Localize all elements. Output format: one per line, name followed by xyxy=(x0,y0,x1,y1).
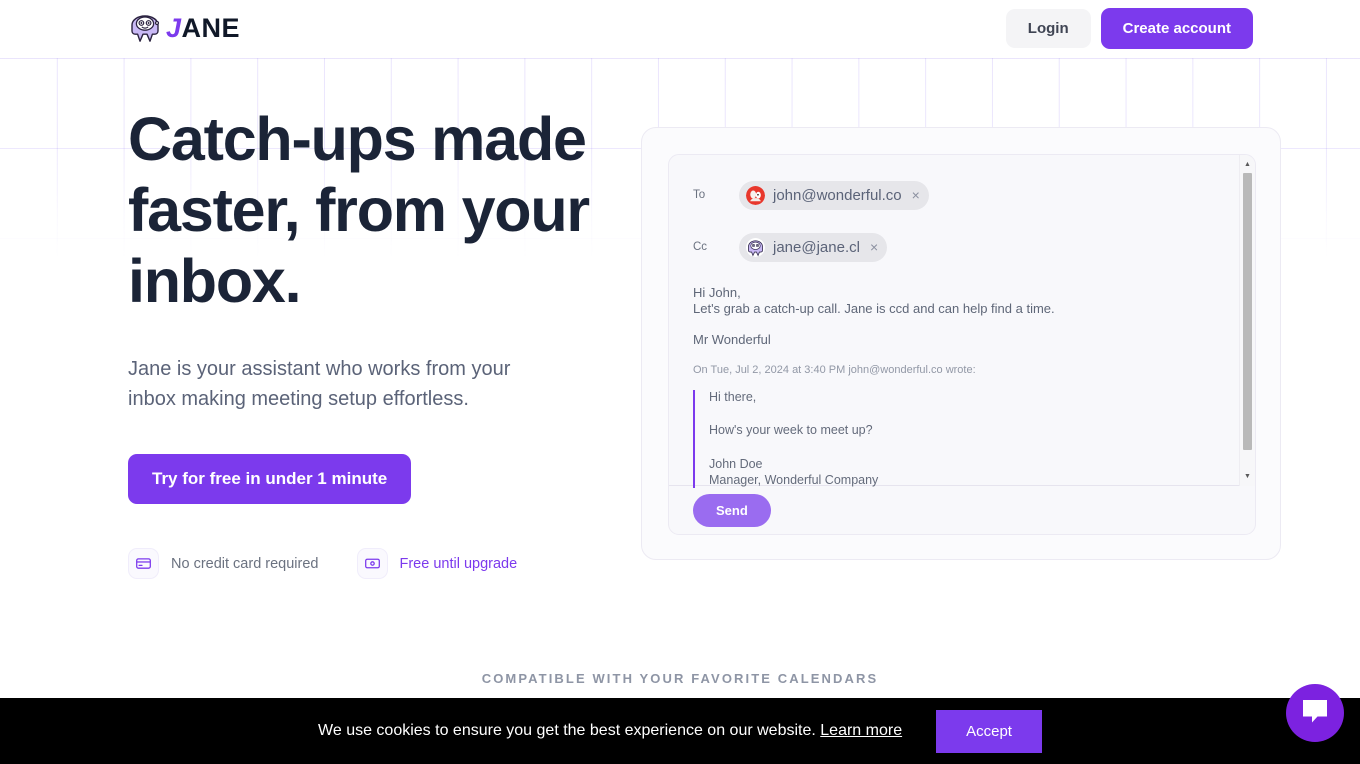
email-scroll-area[interactable]: To john@wonderful.co × Cc jane@jane.cl ×… xyxy=(669,155,1239,489)
quote-header: On Tue, Jul 2, 2024 at 3:40 PM john@wond… xyxy=(693,363,976,376)
page-title: Catch-ups made faster, from your inbox. xyxy=(128,105,590,315)
recipient-email: jane@jane.cl xyxy=(773,238,860,256)
scrollbar-thumb[interactable] xyxy=(1243,173,1252,450)
recipient-chip-to[interactable]: john@wonderful.co × xyxy=(739,180,929,210)
robot-head-icon xyxy=(128,12,162,44)
to-field-label: To xyxy=(693,189,706,201)
site-header: J ANE Login Create account xyxy=(0,0,1360,57)
to-field-row[interactable]: To john@wonderful.co × xyxy=(693,177,1225,213)
scroll-down-icon[interactable]: ▼ xyxy=(1240,469,1255,484)
hero-badges: No credit card required Free until upgra… xyxy=(128,548,598,580)
recipient-chip-cc[interactable]: jane@jane.cl × xyxy=(739,232,888,262)
remove-recipient-icon[interactable]: × xyxy=(870,240,878,254)
logo[interactable]: J ANE xyxy=(128,10,240,46)
email-composer-card: To john@wonderful.co × Cc jane@jane.cl ×… xyxy=(641,127,1281,560)
badge-no-credit-card: No credit card required xyxy=(128,548,319,580)
login-button[interactable]: Login xyxy=(1005,9,1091,48)
banknote-icon xyxy=(356,548,388,580)
hero-subtitle: Jane is your assistant who works from yo… xyxy=(128,358,511,411)
scroll-up-icon[interactable]: ▲ xyxy=(1240,157,1255,172)
quote-line-2: How's your week to meet up? xyxy=(709,423,873,438)
cookie-consent-bar: We use cookies to ensure you get the bes… xyxy=(0,698,1360,764)
create-account-button[interactable]: Create account xyxy=(1100,8,1253,49)
quoted-message: Hi there, How's your week to meet up? Jo… xyxy=(693,389,1225,489)
hero-section: Catch-ups made faster, from your inbox. … xyxy=(128,104,598,580)
logo-letters-ane: ANE xyxy=(181,12,241,43)
try-free-button[interactable]: Try for free in under 1 minute xyxy=(128,454,412,505)
badge-label: No credit card required xyxy=(171,555,319,572)
accept-cookies-button[interactable]: Accept xyxy=(936,709,1042,753)
email-greeting: Hi John, xyxy=(693,285,741,300)
send-button[interactable]: Send xyxy=(693,493,771,527)
avatar xyxy=(746,185,765,205)
quote-line-1: Hi there, xyxy=(709,389,757,404)
chat-widget-button[interactable] xyxy=(1286,684,1344,742)
compatible-calendars-label: COMPATIBLE WITH YOUR FAVORITE CALENDARS xyxy=(481,671,879,686)
cc-field-row[interactable]: Cc jane@jane.cl × xyxy=(693,229,1225,265)
email-signature: Mr Wonderful xyxy=(693,331,771,347)
logo-wordmark: J ANE xyxy=(166,12,241,43)
remove-recipient-icon[interactable]: × xyxy=(912,188,920,202)
badge-label: Free until upgrade xyxy=(399,555,518,572)
email-composer-inner: To john@wonderful.co × Cc jane@jane.cl ×… xyxy=(668,154,1256,535)
cookie-message-text: We use cookies to ensure you get the bes… xyxy=(318,722,816,739)
learn-more-link[interactable]: Learn more xyxy=(820,722,902,739)
chat-bubble-icon xyxy=(1300,697,1330,730)
email-line-1: Let's grab a catch-up call. Jane is ccd … xyxy=(693,301,1055,317)
avatar xyxy=(746,237,765,257)
header-actions: Login Create account xyxy=(1005,8,1253,49)
recipient-email: john@wonderful.co xyxy=(773,186,902,204)
credit-card-icon xyxy=(128,548,159,580)
logo-letter-j: J xyxy=(166,12,182,43)
cookie-message: We use cookies to ensure you get the bes… xyxy=(318,722,902,740)
email-body[interactable]: Hi John, Let's grab a catch-up call. Jan… xyxy=(693,285,1225,489)
quote-sender-name: John Doe xyxy=(709,457,763,471)
email-footer: Send xyxy=(669,486,1255,534)
badge-free-until-upgrade: Free until upgrade xyxy=(356,548,518,580)
cc-field-label: Cc xyxy=(693,241,708,253)
email-scrollbar[interactable]: ▲ ▼ xyxy=(1239,155,1255,486)
